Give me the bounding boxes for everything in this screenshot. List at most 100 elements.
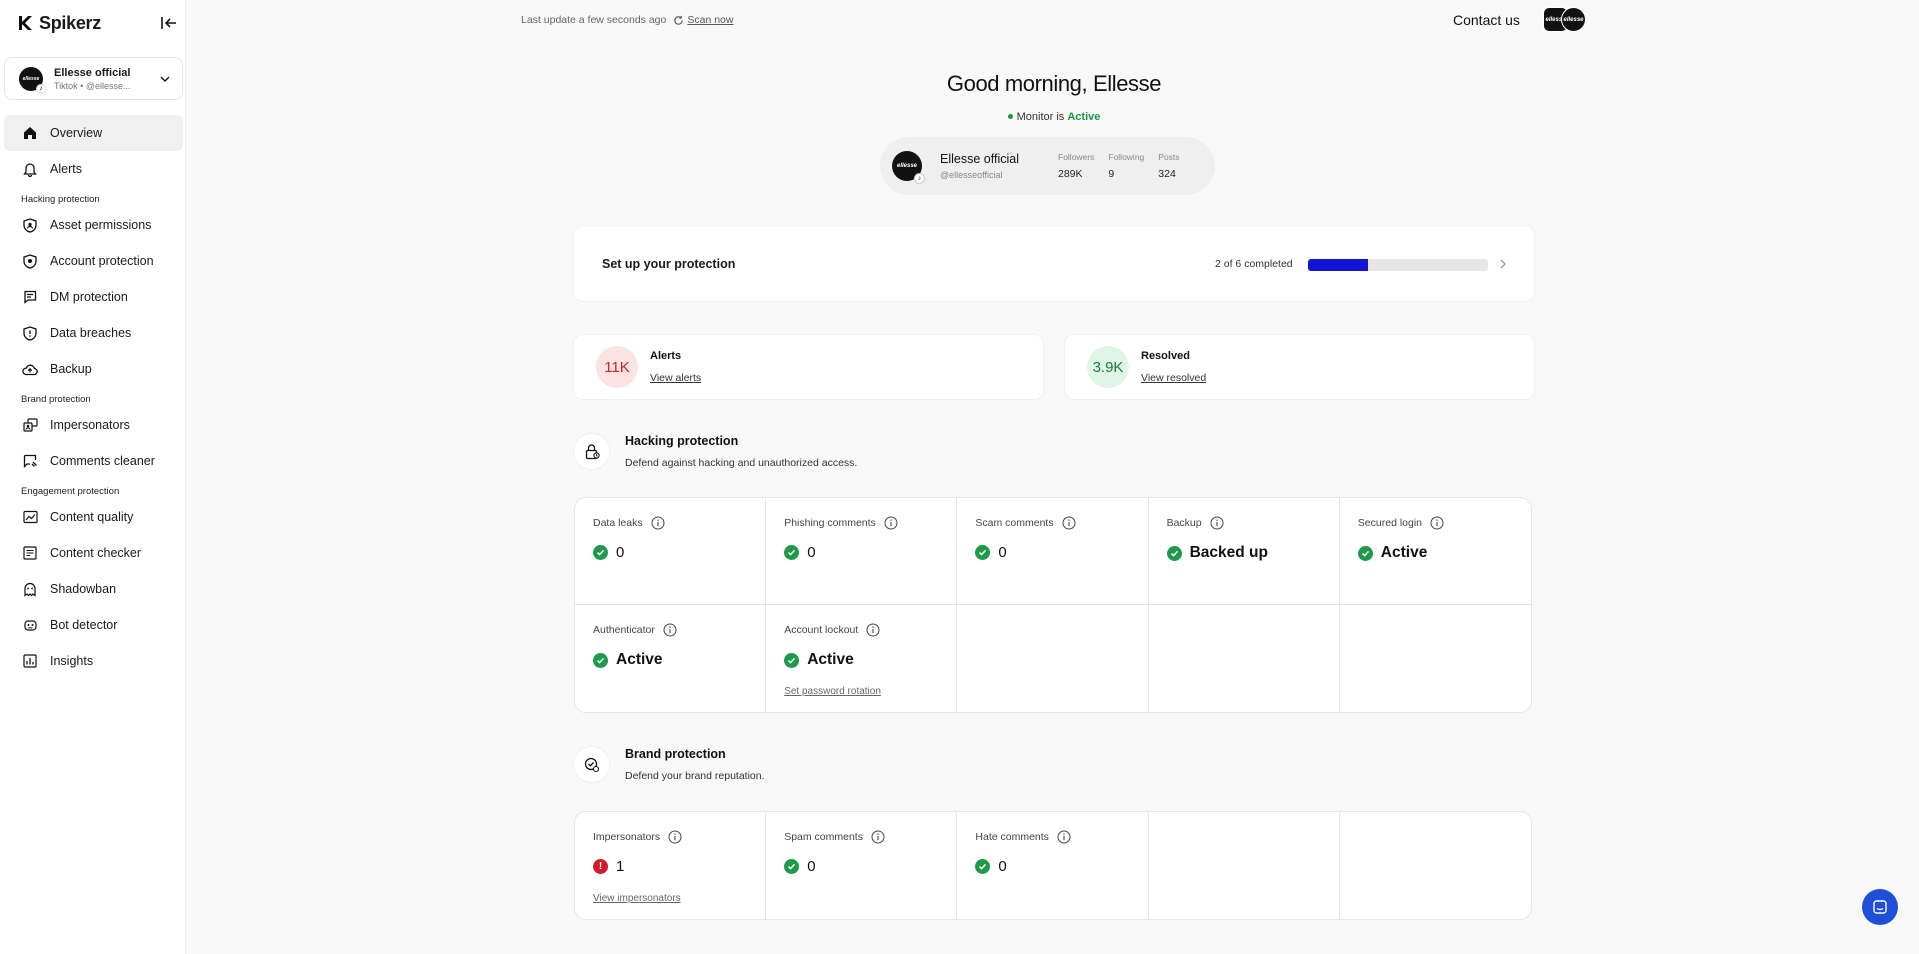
bar-chart-icon	[22, 653, 38, 669]
hacking-section-title: Hacking protection	[625, 434, 739, 448]
alerts-label: Alerts	[650, 350, 682, 362]
check-circle-icon	[784, 652, 800, 668]
metric-hate-comments: Hate comments 0	[957, 812, 1149, 919]
metric-value: Active	[1357, 544, 1513, 562]
section-brand-protection: Brand protection	[21, 394, 91, 405]
empty-cell	[1149, 812, 1340, 919]
sidebar-item-backup[interactable]: Backup	[4, 351, 183, 387]
sidebar-item-dm-protection[interactable]: DM protection	[4, 279, 183, 315]
info-icon[interactable]	[1062, 516, 1076, 530]
chat-icon	[1873, 900, 1887, 914]
check-circle-icon	[593, 652, 608, 668]
brand-section-desc: Defend your brand reputation.	[625, 770, 765, 782]
info-icon[interactable]	[884, 516, 898, 530]
info-icon[interactable]	[1210, 516, 1224, 530]
sidebar-item-content-checker[interactable]: Content checker	[4, 535, 183, 571]
sidebar-item-data-breaches[interactable]: Data breaches	[4, 315, 183, 351]
account-switcher[interactable]: ellesse ♪ Ellesse official Tiktok • @ell…	[4, 57, 183, 100]
sidebar-item-asset-permissions[interactable]: Asset permissions	[4, 207, 183, 243]
metric-value: 0	[784, 544, 938, 561]
last-update-text: Last update a few seconds ago	[521, 14, 667, 26]
image-chart-icon	[22, 509, 38, 525]
status-dot-icon	[1007, 113, 1013, 119]
hacking-protection-header: Hacking protection Defend against hackin…	[573, 433, 857, 470]
metric-label: Account lockout	[784, 623, 938, 637]
scan-now-link[interactable]: Scan now	[687, 14, 733, 26]
check-circle-icon	[593, 545, 608, 560]
info-icon[interactable]	[668, 830, 682, 844]
sidebar-item-content-quality[interactable]: Content quality	[4, 499, 183, 535]
people-duplicate-icon	[22, 417, 38, 433]
sidebar-item-shadowban[interactable]: Shadowban	[4, 571, 183, 607]
metric-secured-login: Secured login Active	[1339, 498, 1531, 605]
account-platform: Tiktok • @ellesse...	[54, 80, 131, 91]
metric-value: 0	[593, 544, 747, 561]
brand-protection-header: Brand protection Defend your brand reput…	[573, 746, 765, 783]
shield-lock-icon	[22, 253, 38, 269]
metric-value: Active	[593, 651, 747, 669]
sidebar-item-insights[interactable]: Insights	[4, 643, 183, 679]
stat-following: Following 9	[1108, 152, 1145, 180]
sidebar-item-comments-cleaner[interactable]: Comments cleaner	[4, 443, 183, 479]
view-alerts-link[interactable]: View alerts	[650, 372, 701, 384]
metric-phishing-comments: Phishing comments 0	[766, 498, 958, 605]
metric-label: Backup	[1167, 516, 1321, 530]
check-circle-icon	[975, 545, 991, 560]
view-impersonators-link[interactable]: View impersonators	[593, 893, 681, 904]
sidebar-nav: Overview Alerts Hacking protection Asset…	[4, 115, 183, 679]
account-avatars[interactable]: ellesse ellesse	[1543, 7, 1587, 33]
sidebar-item-impersonators[interactable]: Impersonators	[4, 407, 183, 443]
metric-label: Data leaks	[593, 516, 747, 530]
metric-value: ! 1	[593, 858, 747, 875]
ghost-icon	[22, 581, 38, 597]
info-icon[interactable]	[663, 623, 677, 637]
sidebar-item-alerts[interactable]: Alerts	[4, 151, 183, 187]
brand-section-title: Brand protection	[625, 747, 726, 761]
alerts-summary-card: 11K Alerts View alerts	[573, 334, 1044, 400]
resolved-summary-card: 3.9K Resolved View resolved	[1064, 334, 1535, 400]
metric-label: Authenticator	[593, 623, 747, 637]
account-avatar: ellesse ♪	[19, 66, 46, 94]
check-circle-icon	[784, 859, 800, 874]
info-icon[interactable]	[866, 623, 880, 637]
info-icon[interactable]	[871, 830, 885, 844]
brand-name: Spikerz	[39, 12, 101, 33]
collapse-left-icon	[161, 17, 176, 29]
metric-value: Backed up	[1166, 544, 1321, 562]
brand-shield-icon	[573, 746, 610, 783]
info-icon[interactable]	[651, 516, 665, 530]
stat-posts: Posts 324	[1158, 152, 1180, 180]
shield-alert-icon	[22, 325, 38, 341]
metric-label: Scam comments	[975, 516, 1129, 530]
info-icon[interactable]	[1430, 516, 1444, 530]
brand-logo[interactable]: Spikerz	[17, 12, 182, 34]
hacking-section-desc: Defend against hacking and unauthorized …	[625, 457, 858, 469]
lock-icon	[573, 433, 610, 470]
metric-account-lockout: Account lockout Active Set password rotati…	[766, 605, 958, 712]
collapse-sidebar-button[interactable]	[160, 15, 178, 31]
setup-protection-card[interactable]: Set up your protection 2 of 6 completed	[573, 225, 1535, 302]
sidebar-item-bot-detector[interactable]: Bot detector	[4, 607, 183, 643]
info-icon[interactable]	[1057, 830, 1071, 844]
account-avatar-2: ellesse	[1561, 7, 1586, 32]
contact-us-link[interactable]: Contact us	[1453, 12, 1520, 28]
profile-handle: @ellesseofficial	[940, 170, 1003, 180]
tiktok-icon: ♪	[36, 83, 46, 94]
metric-backup: Backup Backed up	[1148, 498, 1340, 605]
resolved-count: 3.9K	[1087, 346, 1129, 388]
account-name: Ellesse official	[54, 66, 131, 79]
cloud-upload-icon	[22, 361, 38, 377]
sidebar-item-account-protection[interactable]: Account protection	[4, 243, 183, 279]
sidebar-item-overview[interactable]: Overview	[4, 115, 183, 151]
comment-brush-icon	[22, 453, 38, 469]
view-resolved-link[interactable]: View resolved	[1141, 372, 1206, 384]
metric-scam-comments: Scam comments 0	[957, 498, 1149, 605]
robot-icon	[22, 617, 38, 633]
tiktok-icon: ♪	[914, 173, 925, 184]
profile-name: Ellesse official	[940, 152, 1019, 166]
metric-value: Active	[784, 651, 938, 669]
set-password-rotation-link[interactable]: Set password rotation	[784, 686, 881, 697]
profile-summary: ellesse ♪ Ellesse official @ellesseoffic…	[880, 137, 1215, 195]
metric-value: 0	[784, 858, 938, 875]
support-chat-button[interactable]	[1862, 889, 1898, 925]
